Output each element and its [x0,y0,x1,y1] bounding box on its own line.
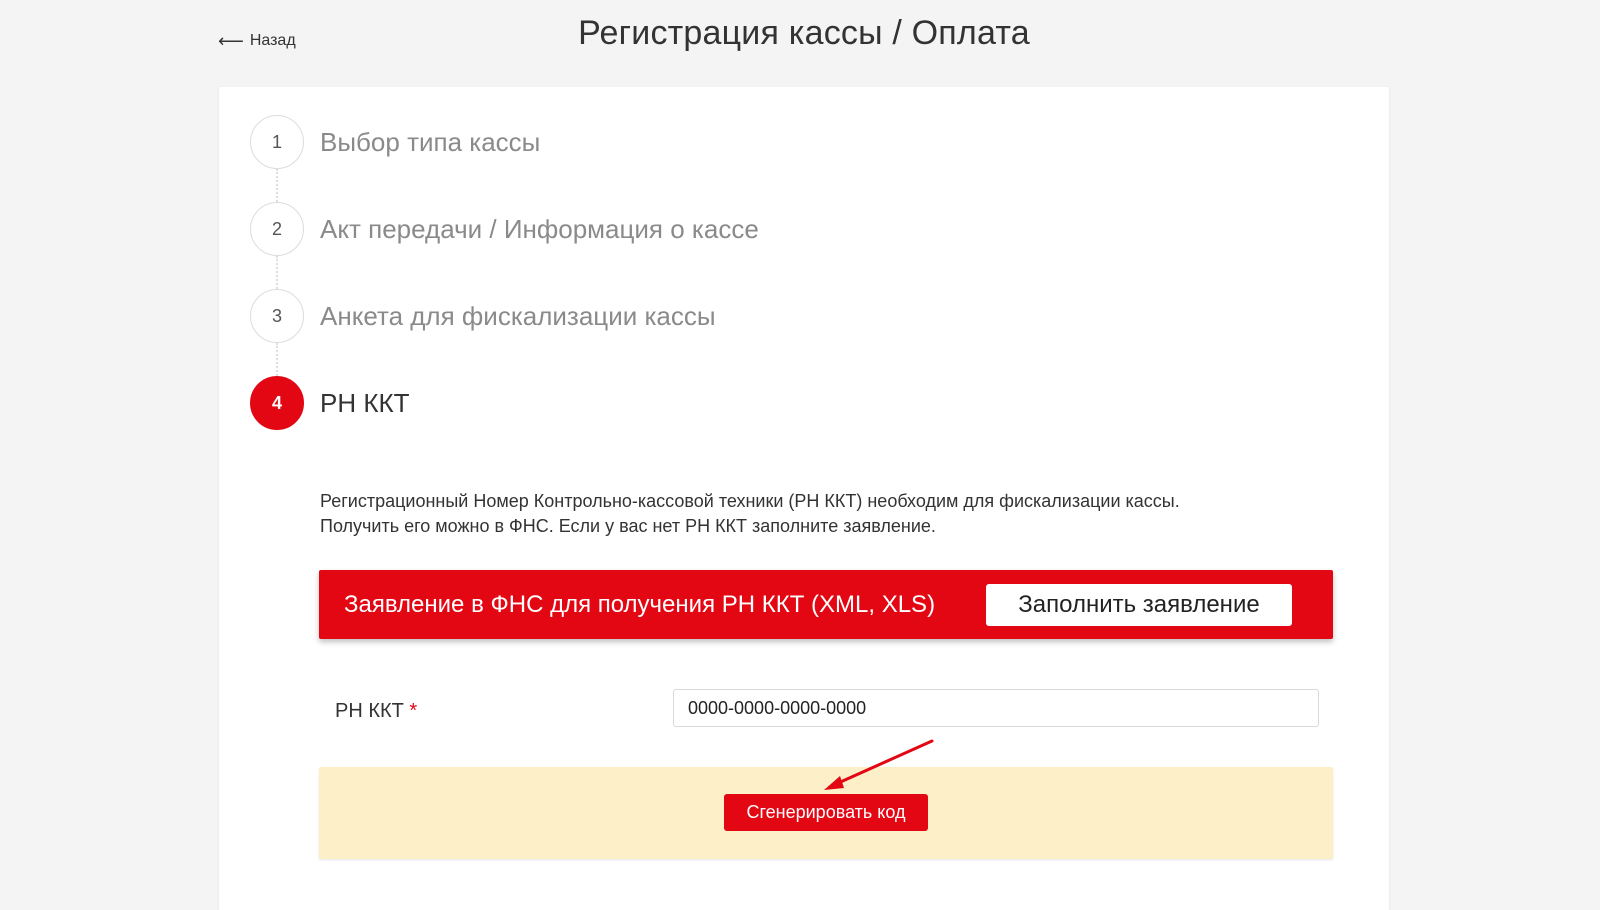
rn-description: Регистрационный Номер Контрольно-кассово… [320,489,1180,539]
step-label: Акт передачи / Информация о кассе [320,213,759,244]
step-label: Анкета для фискализации кассы [320,300,716,331]
red-arrow-annotation [824,739,934,790]
step-1[interactable]: 1 Выбор типа кассы [250,115,540,169]
page-title: Регистрация кассы / Оплата [578,14,1030,52]
rn-field-label: РН ККТ * [335,700,417,723]
step-number: 1 [250,115,304,169]
step-2[interactable]: 2 Акт передачи / Информация о кассе [250,202,759,256]
fns-application-banner: Заявление в ФНС для получения РН ККТ (XM… [319,570,1333,639]
generate-code-button[interactable]: Сгенерировать код [724,794,928,831]
description-line: Получить его можно в ФНС. Если у вас нет… [320,516,936,536]
step-label: Выбор типа кассы [320,126,541,157]
required-mark: * [409,700,418,722]
step-3[interactable]: 3 Анкета для фискализации кассы [250,289,716,343]
rn-kkt-input[interactable] [673,689,1319,727]
step-connector [276,343,278,379]
step-connector [276,169,278,205]
page: ⟵ Назад Регистрация кассы / Оплата 1 Выб… [0,0,1600,910]
registration-card: 1 Выбор типа кассы 2 Акт передачи / Инфо… [219,87,1389,910]
step-number-active: 4 [250,376,304,430]
description-line: Регистрационный Номер Контрольно-кассово… [320,491,1180,511]
rn-label-text: РН ККТ [335,700,404,722]
step-connector [276,256,278,292]
step-label-active: РН ККТ [320,387,410,418]
step-number: 3 [250,289,304,343]
step-number: 2 [250,202,304,256]
step-4[interactable]: 4 РН ККТ [250,376,410,430]
fill-application-button[interactable]: Заполнить заявление [986,583,1292,626]
banner-text: Заявление в ФНС для получения РН ККТ (XM… [344,590,936,618]
